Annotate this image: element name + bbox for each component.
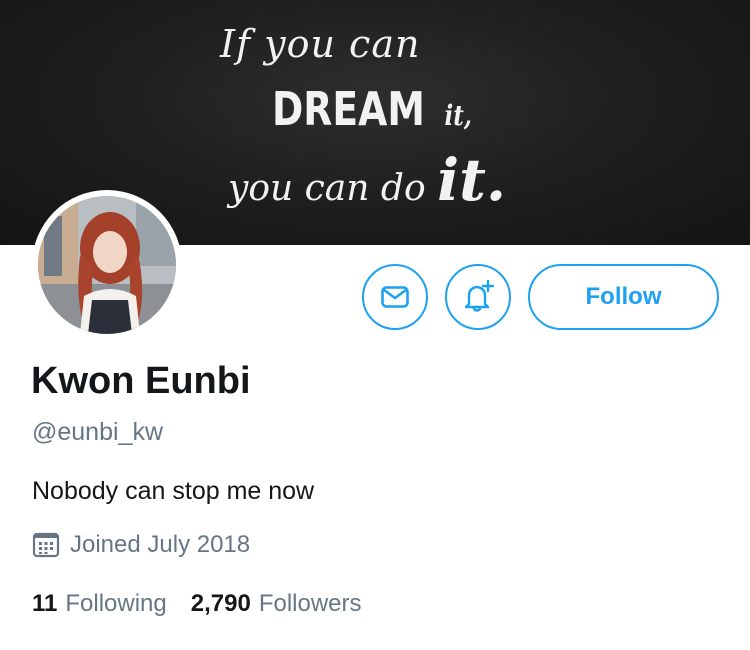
calendar-icon [32, 532, 60, 558]
banner-text-line-2: DREAM it, [272, 82, 472, 136]
followers-label[interactable]: Followers [259, 590, 362, 618]
banner-text-it-end: it. [437, 146, 507, 214]
avatar-photo-illustration [38, 196, 176, 334]
profile-name: Kwon Eunbi [31, 360, 251, 402]
banner-text-you-can-do: you can do [228, 168, 426, 209]
profile-bio: Nobody can stop me now [32, 477, 315, 505]
follow-button[interactable]: Follow [528, 264, 719, 330]
banner-text-line-1: If you can [220, 22, 421, 66]
profile-handle: @eunbi_kw [32, 418, 164, 446]
envelope-icon [381, 286, 409, 308]
following-count[interactable]: 11 [32, 590, 57, 618]
followers-count[interactable]: 2,790 [191, 590, 251, 618]
banner-text-dream: DREAM [272, 82, 425, 136]
joined-date-row: Joined July 2018 [32, 531, 250, 559]
message-button[interactable] [362, 264, 428, 330]
notifications-button[interactable] [445, 264, 511, 330]
avatar-photo [38, 196, 176, 334]
avatar[interactable] [32, 190, 182, 340]
follow-stats: 11 Following 2,790 Followers [32, 590, 362, 618]
banner-text-line-3: you can do it. [228, 146, 506, 214]
following-label[interactable]: Following [65, 590, 166, 618]
banner-text-it: it, [444, 99, 472, 132]
bell-plus-icon [464, 280, 495, 312]
joined-date: Joined July 2018 [70, 531, 251, 558]
